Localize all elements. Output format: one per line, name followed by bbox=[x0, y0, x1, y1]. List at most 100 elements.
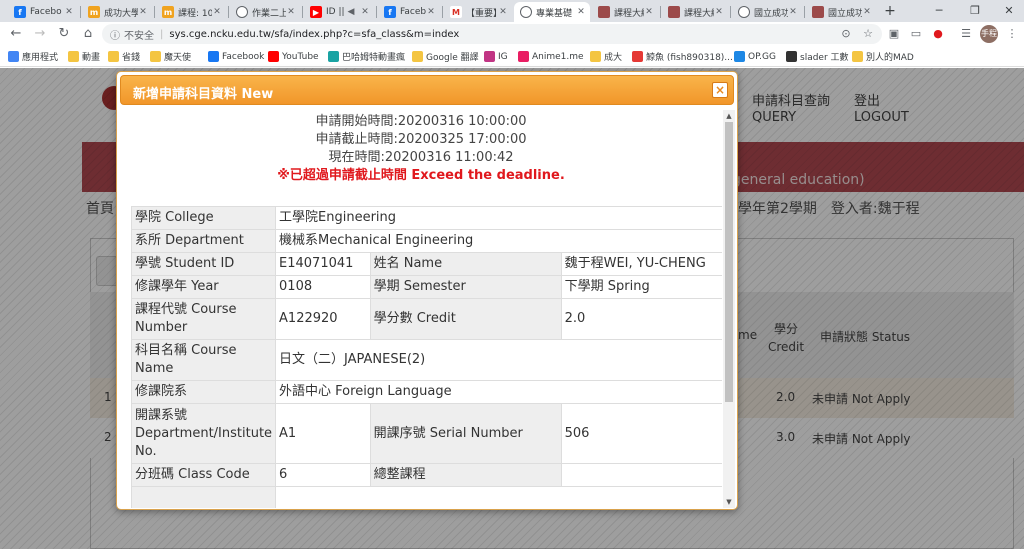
bookmark-item[interactable]: slader 工數 bbox=[786, 49, 849, 64]
bookmarks-bar: 應用程式 動畫 省錢 魔天使 Facebook YouTube 巴哈姆特動畫瘋 … bbox=[0, 46, 1024, 67]
next-row-value bbox=[275, 486, 722, 508]
profile-avatar[interactable]: 手程 bbox=[980, 25, 998, 43]
opgg-icon bbox=[734, 51, 745, 62]
scroll-down-icon[interactable]: ▼ bbox=[723, 496, 735, 508]
home-icon[interactable]: ⌂ bbox=[80, 26, 96, 42]
back-arrow-icon[interactable]: ← bbox=[8, 26, 24, 42]
minimize-icon[interactable]: ─ bbox=[922, 0, 956, 22]
close-tab-icon[interactable]: ✕ bbox=[576, 7, 586, 17]
anime1-icon bbox=[518, 51, 529, 62]
folder-icon bbox=[150, 51, 161, 62]
browser-tab[interactable]: m 課程: 10 ✕ bbox=[156, 2, 226, 22]
deadline-warning: ※已超過申請截止時間 Exceed the deadline. bbox=[277, 168, 565, 183]
bookmark-item[interactable]: 應用程式 bbox=[8, 49, 58, 64]
ncku-seal-favicon-icon bbox=[668, 6, 680, 18]
college-label: 學院 College bbox=[130, 206, 277, 230]
browser-tab[interactable]: f Facebo✕ bbox=[378, 2, 440, 22]
bookmark-item[interactable]: 成大 bbox=[590, 49, 622, 64]
student-id-label: 學號 Student ID bbox=[130, 252, 277, 276]
ncku-seal-favicon-icon bbox=[812, 6, 824, 18]
facebook-favicon-icon: f bbox=[384, 6, 396, 18]
ncku-favicon-icon: m bbox=[162, 6, 174, 18]
cast-icon[interactable]: ▭ bbox=[908, 26, 924, 42]
close-tab-icon[interactable]: ✕ bbox=[212, 7, 222, 17]
scroll-up-icon[interactable]: ▲ bbox=[723, 110, 735, 122]
bookmark-item[interactable]: 巴哈姆特動畫瘋 bbox=[328, 49, 405, 64]
bookmark-item[interactable]: Facebook bbox=[208, 49, 264, 64]
bookmark-item[interactable]: OP.GG bbox=[734, 49, 776, 64]
info-icon[interactable]: ⓘ bbox=[110, 27, 120, 42]
browser-tab[interactable]: m 成功大學 ✕ bbox=[82, 2, 152, 22]
close-tab-icon[interactable]: ✕ bbox=[360, 7, 370, 17]
bookmark-item[interactable]: 鯨魚 (fish890318)... bbox=[632, 49, 733, 64]
dialog-scrollbar[interactable]: ▲ ▼ bbox=[723, 110, 735, 508]
browser-tab[interactable]: 課程大綱✕ bbox=[662, 2, 728, 22]
bookmark-item[interactable]: 別人的MAD bbox=[852, 49, 914, 64]
bahamut-icon bbox=[328, 51, 339, 62]
close-tab-icon[interactable]: ✕ bbox=[426, 7, 436, 17]
browser-tab[interactable]: ▶ ID || ◀ ✕ bbox=[304, 2, 374, 22]
application-period: 申請開始時間:20200316 10:00:00 申請截止時間:20200325… bbox=[120, 113, 722, 185]
close-tab-icon[interactable]: ✕ bbox=[498, 7, 508, 17]
dept-no-value: A1 bbox=[275, 403, 371, 464]
serial-value: 506 bbox=[560, 403, 722, 464]
scrollbar-thumb[interactable] bbox=[725, 122, 733, 402]
course-number-value: A122920 bbox=[275, 298, 371, 340]
close-tab-icon[interactable]: ✕ bbox=[64, 7, 74, 17]
bookmark-item[interactable]: Google 翻譯 bbox=[412, 49, 479, 64]
browser-tab[interactable]: 國立成功 ✕ bbox=[732, 2, 802, 22]
general-course-value bbox=[560, 463, 722, 487]
opera-icon[interactable]: ● bbox=[930, 26, 946, 42]
bookmark-star-icon[interactable]: ☆ bbox=[860, 26, 876, 42]
new-tab-icon[interactable]: + bbox=[881, 2, 899, 20]
browser-tab[interactable]: f Facebo✕ bbox=[8, 2, 78, 22]
address-bar[interactable]: ⓘ 不安全 | sys.cge.ncku.edu.tw/sfa/index.ph… bbox=[102, 24, 882, 44]
url-text[interactable]: sys.cge.ncku.edu.tw/sfa/index.php?c=sfa_… bbox=[169, 29, 459, 40]
ncku-seal-favicon-icon bbox=[598, 6, 610, 18]
menu-icon[interactable]: ⋮ bbox=[1004, 26, 1020, 42]
speaker-icon[interactable]: ◀ bbox=[346, 7, 356, 17]
zoom-icon[interactable]: ⊙ bbox=[838, 26, 854, 42]
forward-arrow-icon[interactable]: → bbox=[32, 26, 48, 42]
browser-tab[interactable]: M 【重要】✕ bbox=[444, 2, 512, 22]
dialog-body: 申請開始時間:20200316 10:00:00 申請截止時間:20200325… bbox=[120, 110, 722, 508]
bookmark-item[interactable]: 魔天使 bbox=[150, 49, 191, 64]
folder-icon bbox=[412, 51, 423, 62]
close-window-icon[interactable]: ✕ bbox=[992, 0, 1024, 22]
close-tab-icon[interactable]: ✕ bbox=[138, 7, 148, 17]
browser-tab-active[interactable]: 專業基礎 ✕ bbox=[514, 2, 590, 22]
bookmark-item[interactable]: IG bbox=[484, 49, 508, 64]
bookmark-item[interactable]: 省錢 bbox=[108, 49, 140, 64]
folder-icon bbox=[852, 51, 863, 62]
close-tab-icon[interactable]: ✕ bbox=[788, 7, 798, 17]
close-tab-icon[interactable]: ✕ bbox=[862, 7, 872, 17]
browser-toolbar: ← → ↻ ⌂ ⓘ 不安全 | sys.cge.ncku.edu.tw/sfa/… bbox=[0, 22, 1024, 46]
department-value: 機械系Mechanical Engineering bbox=[275, 229, 722, 253]
close-tab-icon[interactable]: ✕ bbox=[714, 7, 724, 17]
close-tab-icon[interactable]: ✕ bbox=[644, 7, 654, 17]
course-name-value: 日文（二）JAPANESE(2) bbox=[275, 339, 722, 381]
browser-tab[interactable]: 課程大綱✕ bbox=[592, 2, 658, 22]
reload-icon[interactable]: ↻ bbox=[56, 26, 72, 42]
bookmark-item[interactable]: YouTube bbox=[268, 49, 319, 64]
globe-favicon-icon bbox=[520, 6, 532, 18]
name-label: 姓名 Name bbox=[369, 252, 562, 276]
apps-icon bbox=[8, 51, 19, 62]
class-code-value: 6 bbox=[275, 463, 371, 487]
restore-icon[interactable]: ❐ bbox=[958, 0, 992, 22]
bookmark-item[interactable]: 動畫 bbox=[68, 49, 100, 64]
browser-tab[interactable]: 作業二上 ✕ bbox=[230, 2, 300, 22]
credit-value: 2.0 bbox=[560, 298, 722, 340]
extension-icon[interactable]: ▣ bbox=[886, 26, 902, 42]
current-time: 現在時間:20200316 11:00:42 bbox=[328, 150, 514, 165]
browser-tab[interactable]: 國立成功 ✕ bbox=[806, 2, 876, 22]
close-tab-icon[interactable]: ✕ bbox=[286, 7, 296, 17]
bookmark-item[interactable]: Anime1.me bbox=[518, 49, 584, 64]
dialog-titlebar[interactable]: 新增申請科目資料 New × bbox=[120, 75, 734, 105]
class-code-label: 分班碼 Class Code bbox=[130, 463, 277, 487]
apply-start-time: 申請開始時間:20200316 10:00:00 bbox=[315, 114, 527, 129]
close-icon[interactable]: × bbox=[712, 82, 728, 98]
serial-label: 開課序號 Serial Number bbox=[369, 403, 562, 464]
dept-no-label: 開課系號 Department/Institute No. bbox=[130, 403, 277, 464]
tab-search-icon[interactable]: ☰ bbox=[958, 26, 974, 42]
